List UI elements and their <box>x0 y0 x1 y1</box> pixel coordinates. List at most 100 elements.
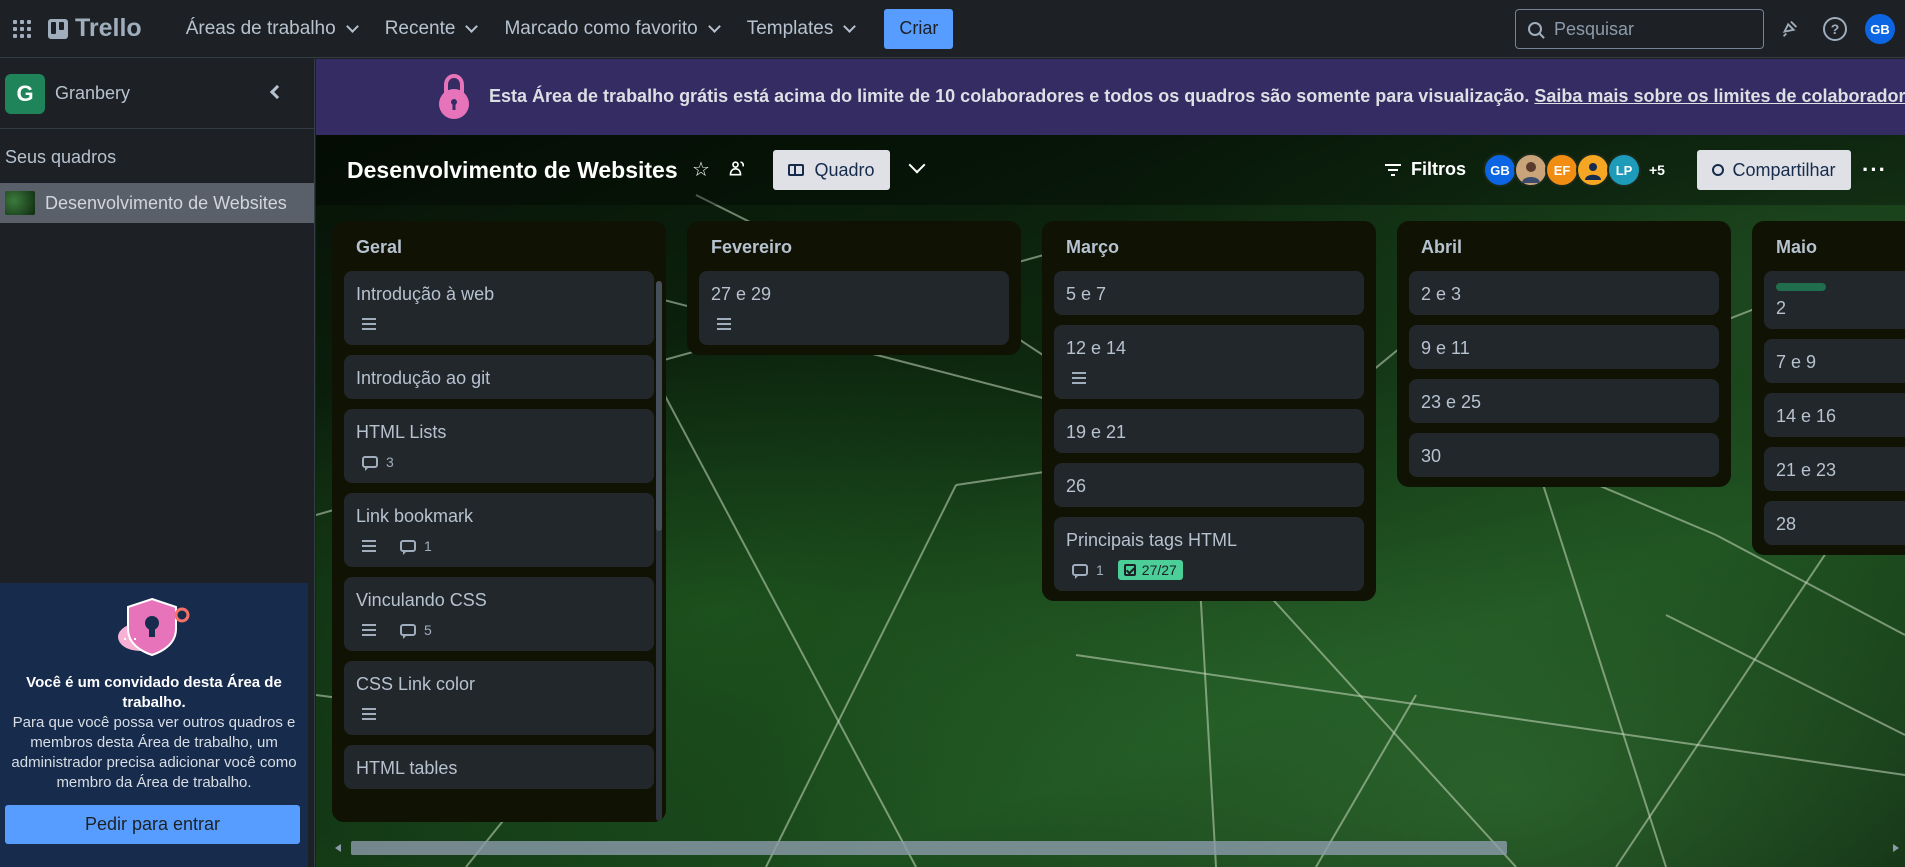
help-icon[interactable]: ? <box>1823 17 1847 41</box>
view-board-button[interactable]: Quadro <box>773 150 890 190</box>
comment-count: 3 <box>386 454 394 470</box>
banner-message: Esta Área de trabalho grátis está acima … <box>489 86 1530 106</box>
card[interactable]: 21 e 23 <box>1764 447 1905 491</box>
card[interactable]: 9 e 11 <box>1409 325 1719 369</box>
nav-recent[interactable]: Recente <box>371 9 491 49</box>
member-avatar-photo[interactable] <box>1514 153 1548 187</box>
comment-icon <box>362 456 378 471</box>
card[interactable]: Principais tags HTML 1 27/27 <box>1054 517 1364 591</box>
card[interactable]: 19 e 21 <box>1054 409 1364 453</box>
card-label[interactable] <box>1776 283 1826 291</box>
description-icon <box>362 624 376 636</box>
app-switcher-icon[interactable] <box>12 19 32 39</box>
card[interactable]: 14 e 16 <box>1764 393 1905 437</box>
card-title: 26 <box>1066 476 1087 496</box>
card[interactable]: 7 e 9 <box>1764 339 1905 383</box>
card[interactable]: 5 e 7 <box>1054 271 1364 315</box>
star-icon[interactable]: ☆ <box>689 158 713 182</box>
card[interactable]: 2 e 3 <box>1409 271 1719 315</box>
list-geral: Geral Introdução à web Introdução ao git… <box>332 221 666 822</box>
card-badges <box>356 703 642 725</box>
list-title[interactable]: Março <box>1054 233 1364 263</box>
top-navigation-bar: Trello Áreas de trabalho Recente Marcado… <box>0 0 1905 58</box>
card-title: HTML Lists <box>356 422 447 442</box>
list-title[interactable]: Abril <box>1409 233 1719 263</box>
card[interactable]: 27 e 29 <box>699 271 1009 345</box>
card[interactable]: 23 e 25 <box>1409 379 1719 423</box>
scrollbar-thumb[interactable] <box>351 841 1507 855</box>
more-options-icon[interactable]: ··· <box>1862 157 1887 183</box>
card[interactable]: CSS Link color <box>344 661 654 735</box>
list-title[interactable]: Maio <box>1764 233 1905 263</box>
card[interactable]: 26 <box>1054 463 1364 507</box>
card-title: 19 e 21 <box>1066 422 1127 442</box>
sidebar-board-label: Desenvolvimento de Websites <box>45 192 287 213</box>
card-title: 2 e 3 <box>1421 284 1462 304</box>
card-title: Link bookmark <box>356 506 474 526</box>
notifications-icon[interactable] <box>1778 17 1802 41</box>
visibility-icon[interactable] <box>726 158 750 182</box>
scroll-left-arrow-icon[interactable] <box>335 844 341 852</box>
more-members-count[interactable]: +5 <box>1649 162 1665 178</box>
list-title[interactable]: Fevereiro <box>699 233 1009 263</box>
board-header: Desenvolvimento de Websites ☆ Quadro Fil… <box>316 135 1905 205</box>
card[interactable]: 28 <box>1764 501 1905 545</box>
share-label: Compartilhar <box>1732 159 1836 180</box>
sidebar-board-item[interactable]: Desenvolvimento de Websites <box>0 183 314 223</box>
member-avatar[interactable]: LP <box>1607 153 1641 187</box>
filters-button[interactable]: Filtros <box>1385 159 1466 180</box>
list-scrollbar[interactable] <box>656 281 662 821</box>
board-canvas: Desenvolvimento de Websites ☆ Quadro Fil… <box>316 135 1905 867</box>
nav-templates[interactable]: Templates <box>733 9 869 49</box>
share-button[interactable]: Compartilhar <box>1697 150 1851 190</box>
request-join-button[interactable]: Pedir para entrar <box>5 805 300 844</box>
sidebar: G Granbery Seus quadros Desenvolvimento … <box>0 59 315 867</box>
card[interactable]: HTML tables <box>344 745 654 789</box>
logo-text: Trello <box>75 14 142 42</box>
card[interactable]: Introdução ao git <box>344 355 654 399</box>
member-avatar-default[interactable] <box>1576 153 1610 187</box>
list-marco: Março 5 e 7 12 e 14 19 e 21 26 Principai… <box>1042 221 1376 601</box>
collapse-sidebar-icon[interactable] <box>269 84 285 100</box>
chevron-down-icon[interactable] <box>908 156 926 174</box>
nav-starred[interactable]: Marcado como favorito <box>490 9 732 49</box>
list-title[interactable]: Geral <box>344 233 654 263</box>
search-placeholder: Pesquisar <box>1554 18 1635 39</box>
card[interactable]: HTML Lists 3 <box>344 409 654 483</box>
comment-icon <box>1072 564 1088 579</box>
create-button[interactable]: Criar <box>884 8 954 49</box>
nav-label: Áreas de trabalho <box>185 17 336 39</box>
card[interactable]: Link bookmark 1 <box>344 493 654 567</box>
card[interactable]: 2 <box>1764 271 1905 329</box>
workspace-avatar[interactable]: G <box>5 73 45 114</box>
list-fevereiro: Fevereiro 27 e 29 <box>687 221 1021 355</box>
user-avatar[interactable]: GB <box>1865 14 1895 44</box>
card-title: 2 <box>1776 298 1787 318</box>
nav-workspaces[interactable]: Áreas de trabalho <box>172 9 371 49</box>
card[interactable]: 30 <box>1409 433 1719 477</box>
filters-label: Filtros <box>1411 159 1467 179</box>
workspace-name[interactable]: Granbery <box>55 83 130 104</box>
card-title: 5 e 7 <box>1066 284 1107 304</box>
card-badges <box>1066 367 1352 389</box>
board-title[interactable]: Desenvolvimento de Websites <box>347 157 678 184</box>
scroll-right-arrow-icon[interactable] <box>1893 844 1899 852</box>
trello-logo-icon <box>48 18 68 39</box>
board-horizontal-scrollbar[interactable] <box>333 839 1905 855</box>
card-title: 27 e 29 <box>711 284 772 304</box>
comment-count: 1 <box>1096 562 1104 578</box>
add-member-icon <box>1712 164 1725 176</box>
member-avatar[interactable]: EF <box>1545 153 1579 187</box>
member-avatar[interactable]: GB <box>1483 153 1517 187</box>
card[interactable]: Vinculando CSS 5 <box>344 577 654 651</box>
banner-learn-more-link[interactable]: Saiba mais sobre os limites de colaborad… <box>1534 86 1905 106</box>
chevron-down-icon <box>843 19 857 33</box>
card[interactable]: 12 e 14 <box>1054 325 1364 399</box>
trello-logo[interactable]: Trello <box>48 14 142 43</box>
list-maio: Maio 2 7 e 9 14 e 16 21 e 23 28 <box>1752 221 1905 555</box>
description-icon <box>362 708 376 720</box>
card[interactable]: Introdução à web <box>344 271 654 345</box>
nav-menu: Áreas de trabalho Recente Marcado como f… <box>172 9 869 49</box>
search-input[interactable]: Pesquisar <box>1515 9 1764 49</box>
card-title: 9 e 11 <box>1421 338 1470 358</box>
